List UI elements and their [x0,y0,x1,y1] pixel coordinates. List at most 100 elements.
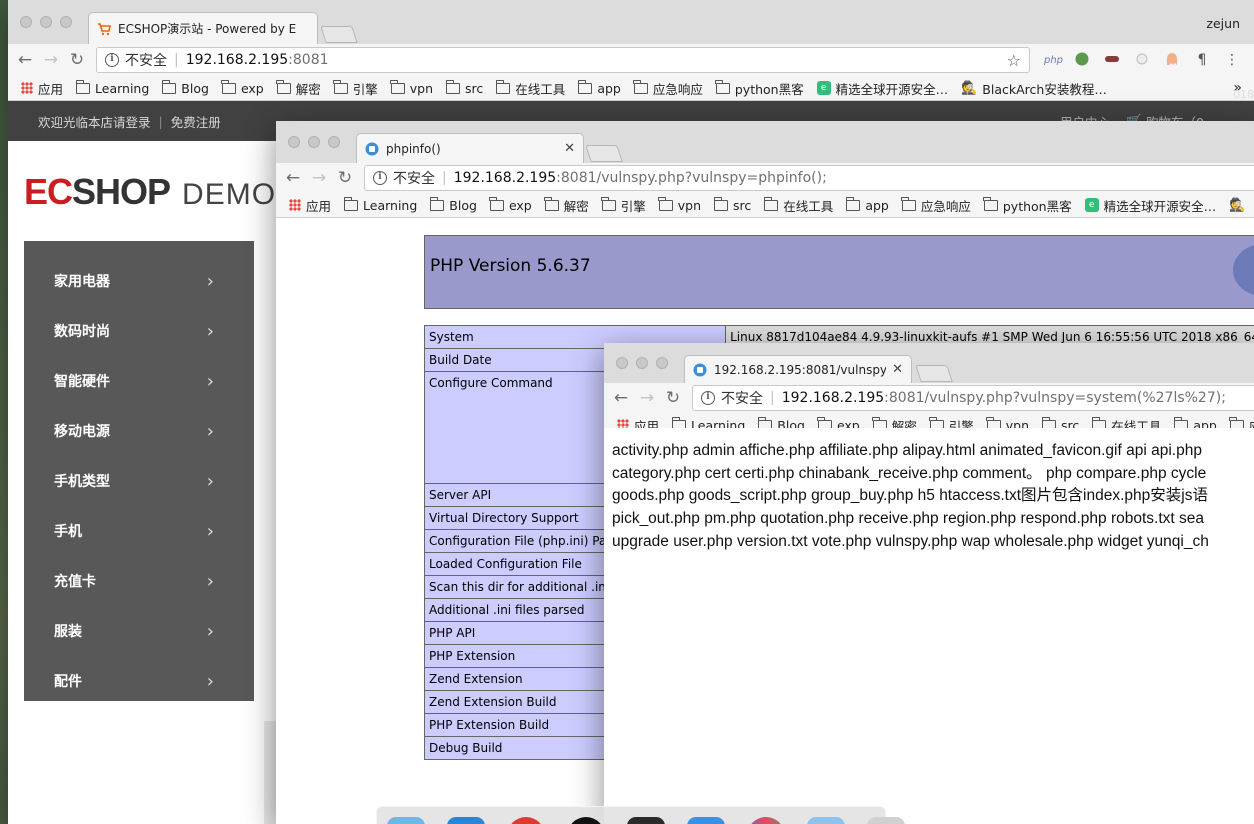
bookmark-folder[interactable]: 解密 [276,79,321,98]
bookmark-folder[interactable]: 应急响应 [633,79,703,98]
bookmark-apps[interactable]: 应用 [21,79,63,98]
bookmark-folder[interactable]: 在线工具 [495,79,565,98]
new-tab-button[interactable] [585,145,623,162]
chrome-dock-icon[interactable] [507,817,545,824]
zoom-window-button[interactable] [60,16,72,28]
browser-window-vulnspy: 192.168.2.195:8081/vulnspy.php ✕ ← → ↻ i… [604,343,1254,824]
forward-button[interactable]: → [306,168,332,188]
category-item[interactable]: 数码时尚 › [24,306,254,356]
trash-dock-icon[interactable] [867,817,905,824]
close-tab-icon[interactable]: ✕ [564,141,575,156]
reload-button[interactable]: ↻ [64,50,90,70]
minimize-window-button[interactable] [308,136,320,148]
category-item[interactable]: 移动电源 › [24,406,254,456]
url-path: :8081/vulnspy.php?vulnspy=phpinfo(); [556,170,827,186]
php-logo-icon [1233,244,1254,296]
zoom-window-button[interactable] [656,357,668,369]
colorful-dock-icon[interactable] [747,817,785,824]
bookmark-apps[interactable]: 应用 [289,196,331,215]
safari-dock-icon[interactable] [687,817,725,824]
category-item[interactable]: 手机类型 › [24,456,254,506]
category-item[interactable]: 手机 › [24,506,254,556]
mask-extension-icon[interactable] [1104,53,1120,67]
bookmark-folder[interactable]: src [713,196,751,213]
output-line: upgrade user.php version.txt vote.php vu… [612,532,1209,550]
bookmark-folder[interactable]: Blog [161,79,209,96]
category-item[interactable]: 配件 › [24,656,254,706]
minimize-window-button[interactable] [636,357,648,369]
close-tab-icon[interactable]: ✕ [892,362,903,377]
info-icon[interactable]: i [701,391,715,405]
bookmark-link[interactable]: 🕵 BlackArch安装教程… [961,79,1107,98]
bookmark-folder[interactable]: python黑客 [715,79,804,98]
bookmark-folder[interactable]: exp [221,79,264,96]
info-icon[interactable]: i [105,53,119,67]
bookmark-folder[interactable]: python黑客 [983,196,1072,215]
reload-button[interactable]: ↻ [660,388,686,408]
url-path: :8081/vulnspy.php?vulnspy=system(%27ls%2… [884,390,1226,406]
bookmark-folder[interactable]: 引擎 [601,196,646,215]
bookmark-folder[interactable]: 在线工具 [763,196,833,215]
not-secure-label: 不安全 [721,391,763,407]
bookmark-folder[interactable]: Blog [429,196,477,213]
category-item[interactable]: 家用电器 › [24,256,254,306]
bookmark-folder[interactable]: app [845,196,889,213]
folder-dock-icon[interactable] [807,817,845,824]
back-button[interactable]: ← [280,168,306,188]
bookmark-folder[interactable]: vpn [658,196,701,213]
profile-name[interactable]: zejun [1206,16,1240,31]
login-link[interactable]: 欢迎光临本店请登录 [38,112,151,131]
bookmark-link[interactable]: e 精选全球开源安全… [816,79,948,98]
category-item[interactable]: 服装 › [24,606,254,656]
spy-icon: 🕵 [1229,197,1246,213]
ecshop-logo[interactable]: EC SHOP DEMO [24,171,276,213]
app-store-dock-icon[interactable] [447,817,485,824]
tab-vulnspy[interactable]: 192.168.2.195:8081/vulnspy.php ✕ [684,355,912,383]
bookmark-folder[interactable]: 应急响应 [901,196,971,215]
alien-dock-icon[interactable] [567,817,605,824]
info-icon[interactable]: i [373,171,387,185]
address-bar[interactable]: i 不安全 | 192.168.2.195 :8081 ☆ [96,47,1030,73]
back-button[interactable]: ← [608,388,634,408]
address-bar[interactable]: i 不安全 | 192.168.2.195 :8081/vulnspy.php?… [364,165,1254,191]
bookmark-folder[interactable]: Learning [343,196,417,213]
close-window-button[interactable] [288,136,300,148]
forward-button[interactable]: → [38,50,64,70]
new-tab-button[interactable] [915,365,953,382]
tab-phpinfo[interactable]: phpinfo() ✕ [356,133,584,163]
green-circle-extension-icon[interactable] [1074,52,1090,69]
category-item[interactable]: 智能硬件 › [24,356,254,406]
bookmark-folder[interactable]: src [445,79,483,96]
bookmark-folder[interactable]: app [577,79,621,96]
register-link[interactable]: 免费注册 [171,112,221,131]
bookmark-star-icon[interactable]: ☆ [1007,51,1021,70]
bookmark-link[interactable]: 🕵 [1229,198,1250,213]
category-item[interactable]: 充值卡 › [24,556,254,606]
tab-ecshop[interactable]: ECSHOP演示站 - Powered by E [88,12,318,44]
bookmark-folder[interactable]: vpn [390,79,433,96]
minimize-window-button[interactable] [40,16,52,28]
finder-dock-icon[interactable] [387,817,425,824]
folder-icon [544,196,559,211]
bookmark-folder[interactable]: 解密 [544,196,589,215]
forward-button[interactable]: → [634,388,660,408]
back-button[interactable]: ← [12,50,38,70]
pilcrow-extension-icon[interactable]: ¶ [1194,52,1210,68]
bookmark-link[interactable]: e 精选全球开源安全… [1084,196,1216,215]
address-bar[interactable]: i 不安全 | 192.168.2.195 :8081/vulnspy.php?… [692,385,1254,411]
dot-extension-icon[interactable] [1134,53,1150,68]
folder-icon [429,196,445,211]
chrome-menu-icon[interactable]: ⋮ [1224,52,1240,68]
php-extension-icon[interactable]: php [1044,55,1063,66]
bookmark-folder[interactable]: exp [489,196,532,213]
chevron-right-icon: › [206,620,214,642]
bookmark-folder[interactable]: 引擎 [333,79,378,98]
bookmark-folder[interactable]: Learning [75,79,149,96]
close-window-button[interactable] [616,357,628,369]
new-tab-button[interactable] [320,26,358,43]
close-window-button[interactable] [20,16,32,28]
reload-button[interactable]: ↻ [332,168,358,188]
zoom-window-button[interactable] [328,136,340,148]
terminal-dock-icon[interactable] [627,817,665,824]
ghost-extension-icon[interactable] [1164,52,1180,69]
